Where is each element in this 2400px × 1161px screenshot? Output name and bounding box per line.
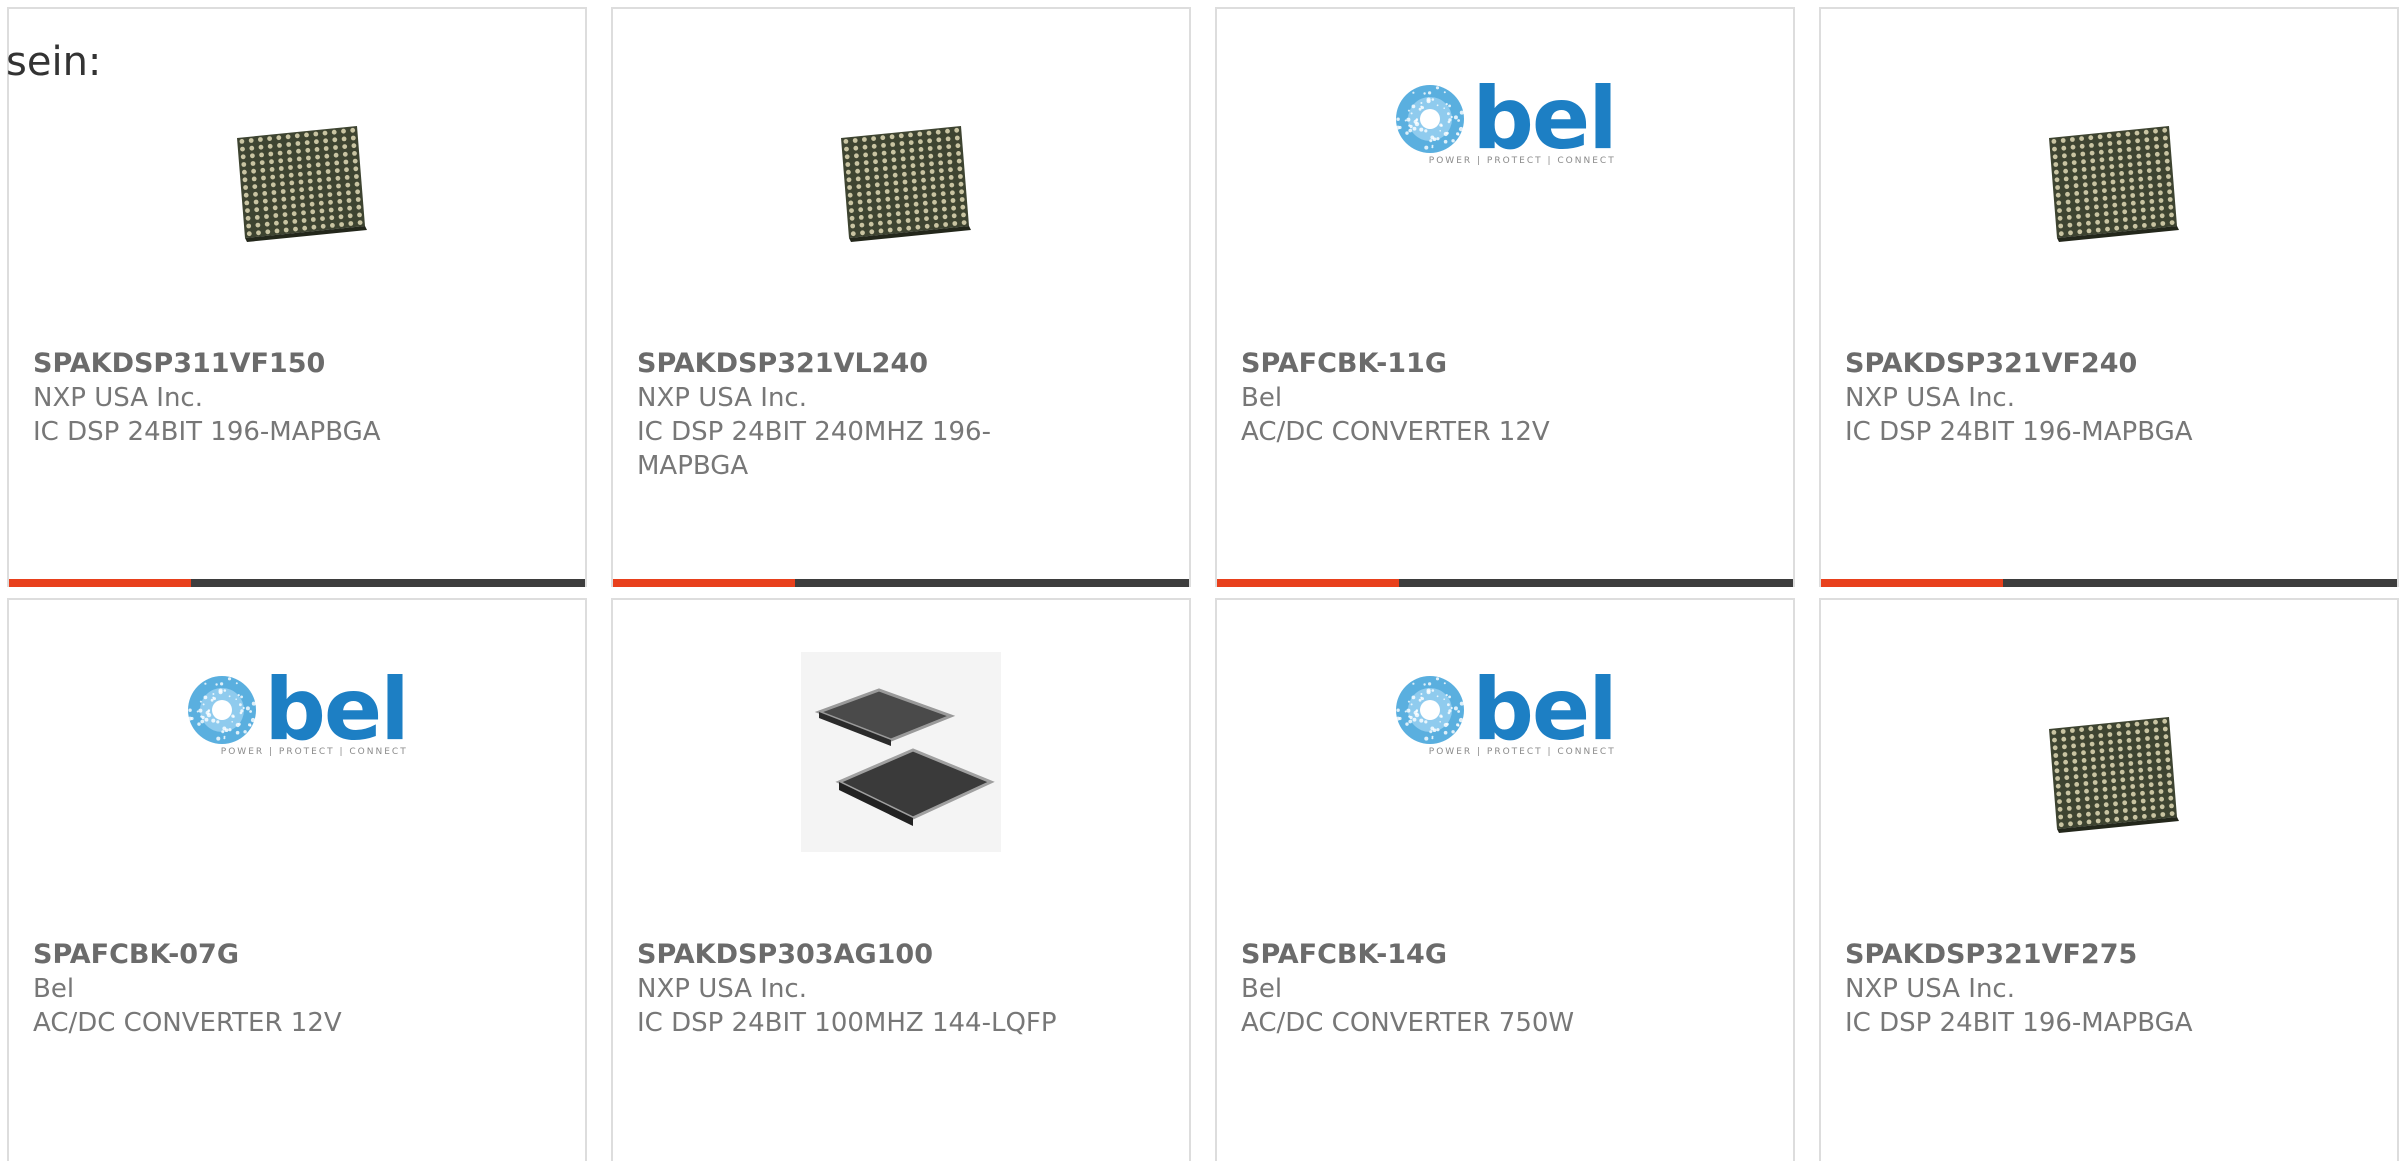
bel-logo: bel POWER | PROTECT | CONNECT [1394,69,1618,169]
bel-globe-icon [1396,676,1465,744]
manufacturer: Bel [1241,974,1283,1004]
product-info: SPAFCBK-14G Bel AC/DC CONVERTER 750W [1241,938,1769,1040]
bel-logo-tagline: POWER | PROTECT | CONNECT [1428,747,1616,757]
product-info: SPAKDSP311VF150 NXP USA Inc. IC DSP 24BI… [33,347,561,449]
bel-logo: bel POWER | PROTECT | CONNECT [186,660,410,760]
product-card[interactable]: SPAKDSP321VF275 NXP USA Inc. IC DSP 24BI… [1819,598,2399,1161]
product-info: SPAKDSP321VF240 NXP USA Inc. IC DSP 24BI… [1845,347,2373,449]
lqfp-chip-icon [801,652,1001,852]
manufacturer: NXP USA Inc. [1845,383,2015,413]
card-footer-bar [1821,579,2397,587]
part-number[interactable]: SPAKDSP321VF240 [1845,347,2373,381]
product-grid: SPAKDSP311VF150 NXP USA Inc. IC DSP 24BI… [7,7,2400,1161]
product-image: bel POWER | PROTECT | CONNECT [1217,648,1793,896]
description: AC/DC CONVERTER 12V [33,1008,342,1038]
product-info: SPAFCBK-11G Bel AC/DC CONVERTER 12V [1241,347,1769,449]
part-number[interactable]: SPAKDSP303AG100 [637,938,1165,972]
bel-globe-icon [188,676,257,744]
product-image: bel POWER | PROTECT | CONNECT [9,648,585,896]
bel-logo-tagline: POWER | PROTECT | CONNECT [220,747,408,757]
part-number[interactable]: SPAFCBK-14G [1241,938,1769,972]
bel-globe-icon [1396,85,1465,153]
bel-logo-word: bel [1472,69,1617,169]
product-card[interactable]: SPAKDSP311VF150 NXP USA Inc. IC DSP 24BI… [7,7,587,587]
manufacturer: NXP USA Inc. [33,383,203,413]
manufacturer: NXP USA Inc. [1845,974,2015,1004]
bga-chip-icon [2049,126,2179,242]
manufacturer: NXP USA Inc. [637,383,807,413]
part-number[interactable]: SPAFCBK-11G [1241,347,1769,381]
product-card[interactable]: SPAKDSP321VF240 NXP USA Inc. IC DSP 24BI… [1819,7,2399,587]
bel-logo: bel POWER | PROTECT | CONNECT [1394,660,1618,760]
product-image [613,648,1189,896]
manufacturer: NXP USA Inc. [637,974,807,1004]
description: IC DSP 24BIT 196-MAPBGA [33,417,381,447]
bga-chip-icon [237,126,367,242]
part-number[interactable]: SPAKDSP321VF275 [1845,938,2373,972]
bel-logo-tagline: POWER | PROTECT | CONNECT [1428,156,1616,166]
product-image [1821,57,2397,305]
part-number[interactable]: SPAFCBK-07G [33,938,561,972]
product-card[interactable]: bel POWER | PROTECT | CONNECT SPAFCBK-11… [1215,7,1795,587]
part-number[interactable]: SPAKDSP321VL240 [637,347,1165,381]
product-image [1821,648,2397,896]
card-footer-bar [9,579,585,587]
product-card[interactable]: SPAKDSP321VL240 NXP USA Inc. IC DSP 24BI… [611,7,1191,587]
manufacturer: Bel [33,974,75,1004]
intro-text: sein: [6,39,102,85]
product-info: SPAKDSP303AG100 NXP USA Inc. IC DSP 24BI… [637,938,1165,1040]
card-footer-bar [1217,579,1793,587]
product-card[interactable]: SPAKDSP303AG100 NXP USA Inc. IC DSP 24BI… [611,598,1191,1161]
card-footer-bar [613,579,1189,587]
description: IC DSP 24BIT 240MHZ 196-MAPBGA [637,417,991,481]
manufacturer: Bel [1241,383,1283,413]
part-number[interactable]: SPAKDSP311VF150 [33,347,561,381]
product-image: bel POWER | PROTECT | CONNECT [1217,57,1793,305]
product-info: SPAKDSP321VL240 NXP USA Inc. IC DSP 24BI… [637,347,1165,483]
bel-logo-word: bel [1472,660,1617,760]
description: AC/DC CONVERTER 12V [1241,417,1550,447]
description: IC DSP 24BIT 100MHZ 144-LQFP [637,1008,1057,1038]
description: IC DSP 24BIT 196-MAPBGA [1845,1008,2193,1038]
product-image [613,57,1189,305]
product-info: SPAKDSP321VF275 NXP USA Inc. IC DSP 24BI… [1845,938,2373,1040]
bga-chip-icon [841,126,971,242]
product-card[interactable]: bel POWER | PROTECT | CONNECT SPAFCBK-14… [1215,598,1795,1161]
bga-chip-icon [2049,717,2179,833]
description: IC DSP 24BIT 196-MAPBGA [1845,417,2193,447]
product-info: SPAFCBK-07G Bel AC/DC CONVERTER 12V [33,938,561,1040]
description: AC/DC CONVERTER 750W [1241,1008,1575,1038]
bel-logo-word: bel [264,660,409,760]
product-image [9,57,585,305]
product-card[interactable]: bel POWER | PROTECT | CONNECT SPAFCBK-07… [7,598,587,1161]
